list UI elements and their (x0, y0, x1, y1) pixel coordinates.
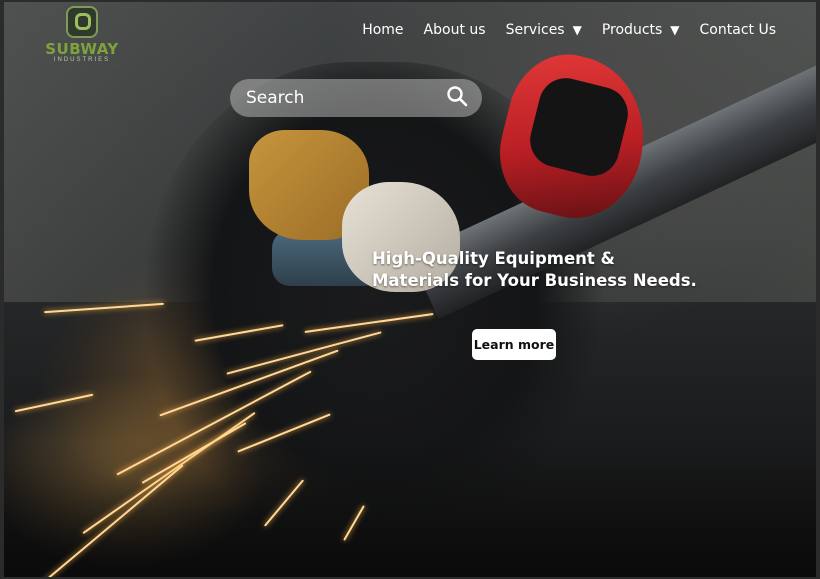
spark (14, 393, 94, 413)
learn-more-button[interactable]: Learn more (472, 329, 556, 360)
brand-tagline: INDUSTRIES (53, 57, 111, 63)
hero-headline-line-1: High-Quality Equipment & (372, 249, 615, 268)
nav-about-us-label: About us (423, 22, 486, 38)
nav-contact-us-label: Contact Us (699, 22, 776, 38)
nav-about-us[interactable]: About us (424, 22, 486, 38)
search-bar[interactable] (230, 79, 482, 117)
page-frame: SUBWAY INDUSTRIES Home About us Services… (4, 2, 816, 577)
nav-products[interactable]: Products ▼ (602, 22, 680, 38)
main-nav: Home About us Services ▼ Products ▼ Cont… (362, 22, 776, 38)
brand-name: SUBWAY (45, 40, 119, 58)
nav-contact-us[interactable]: Contact Us (700, 22, 776, 38)
nav-services[interactable]: Services ▼ (506, 22, 582, 38)
nav-home[interactable]: Home (362, 22, 403, 38)
hero-headline: High-Quality Equipment & Materials for Y… (372, 248, 702, 292)
hero-headline-line-2: Materials for Your Business Needs. (372, 271, 697, 290)
hero-background-shadow (4, 442, 816, 577)
logo-icon (66, 6, 98, 38)
nav-services-label: Services (505, 22, 565, 38)
nav-home-label: Home (362, 22, 404, 38)
search-input[interactable] (246, 88, 416, 108)
caret-down-icon[interactable]: ▼ (573, 23, 582, 37)
brand-logo[interactable]: SUBWAY INDUSTRIES (42, 6, 122, 70)
caret-down-icon[interactable]: ▼ (670, 23, 679, 37)
search-icon[interactable] (446, 85, 468, 112)
nav-products-label: Products (601, 22, 663, 38)
